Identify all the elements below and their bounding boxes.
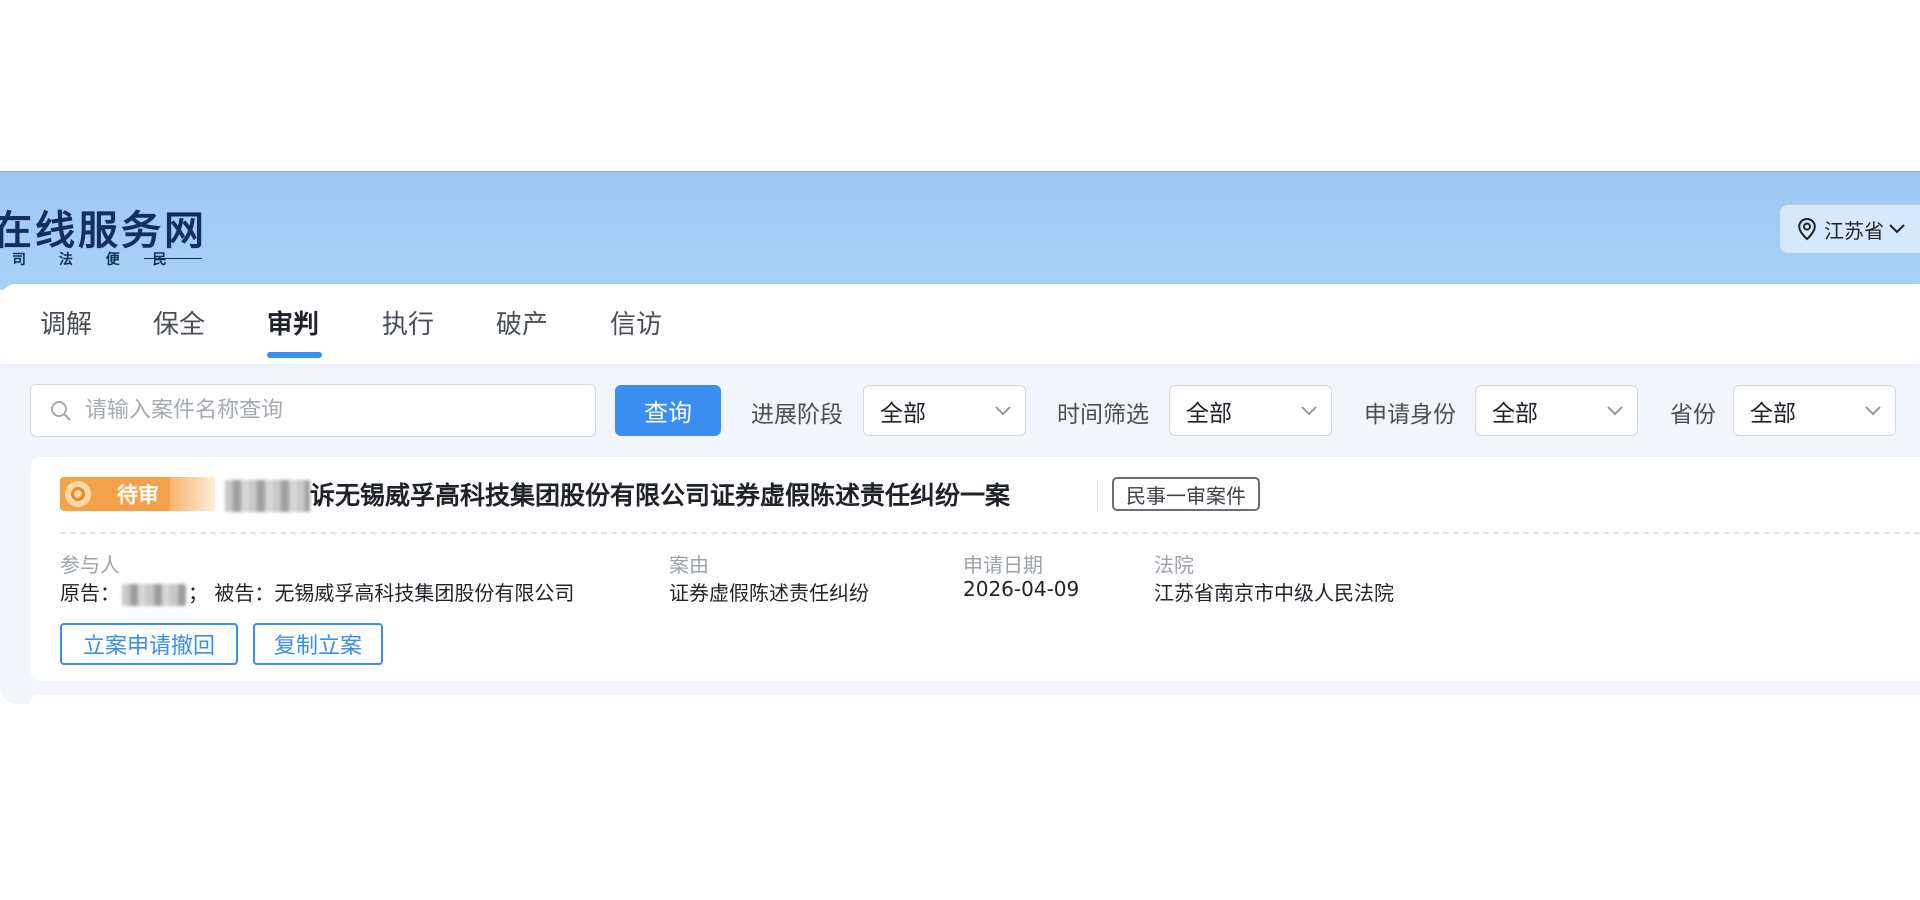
location-pin-icon [1798, 217, 1816, 241]
defendant-text: ； 被告：无锡威孚高科技集团股份有限公司 [188, 581, 575, 605]
identity-filter-select[interactable]: 全部 [1475, 385, 1638, 436]
withdraw-filing-button[interactable]: 立案申请撤回 [60, 623, 238, 665]
status-text: 待审 [117, 483, 159, 507]
case-card[interactable]: 待审 诉无锡威孚高科技集团股份有限公司证券虚假陈述责任纠纷一案 民事一审案件 参… [30, 457, 1920, 681]
court-value: 江苏省南京市中级人民法院 [1154, 581, 1394, 605]
identity-filter-label: 申请身份 [1364, 402, 1456, 428]
subtitle-line [144, 258, 202, 259]
query-button[interactable]: 查询 [615, 385, 721, 436]
region-selector[interactable]: 江苏省 [1780, 205, 1920, 253]
search-input[interactable] [85, 398, 565, 423]
identity-filter-value: 全部 [1492, 400, 1538, 427]
stage-filter-value: 全部 [880, 400, 926, 427]
tab-preservation[interactable]: 保全 [153, 304, 205, 341]
redacted-plaintiff-name [225, 480, 310, 512]
cause-value: 证券虚假陈述责任纠纷 [669, 581, 869, 605]
site-subtitle: 司 法 便 民 [12, 252, 181, 268]
site-title: 在线服务网 [0, 208, 207, 254]
province-filter-select[interactable]: 全部 [1733, 385, 1896, 436]
title-divider [1097, 480, 1098, 510]
chevron-down-icon [1301, 405, 1317, 415]
site-header: 在线服务网 司 法 便 民 江苏省 [0, 171, 1920, 290]
status-badge: 待审 [60, 477, 215, 511]
tab-bar: 调解 保全 审判 执行 破产 信访 [0, 284, 1920, 364]
stage-filter-select[interactable]: 全部 [863, 385, 1026, 436]
date-value: 2026-04-09 [963, 577, 1080, 601]
content-panel: 调解 保全 审判 执行 破产 信访 查询 进展阶段 全部 时间筛选 全部 申请身… [0, 284, 1920, 704]
tab-trial[interactable]: 审判 [267, 304, 319, 341]
redacted-plaintiff [122, 583, 186, 606]
redaction-fade [170, 477, 215, 511]
search-box[interactable] [30, 384, 596, 437]
court-label: 法院 [1154, 553, 1194, 577]
copy-filing-button[interactable]: 复制立案 [253, 623, 383, 665]
tab-bankruptcy[interactable]: 破产 [496, 304, 548, 341]
search-icon [51, 400, 71, 421]
card-divider [60, 532, 1920, 534]
region-label: 江苏省 [1824, 218, 1884, 243]
tab-execution[interactable]: 执行 [382, 304, 434, 341]
date-label: 申请日期 [963, 553, 1043, 577]
stage-filter-label: 进展阶段 [751, 402, 843, 428]
chevron-down-icon [1889, 224, 1905, 234]
province-filter-value: 全部 [1750, 400, 1796, 427]
time-filter-value: 全部 [1186, 400, 1232, 427]
cause-label: 案由 [669, 553, 709, 577]
participants-label: 参与人 [60, 553, 120, 577]
time-filter-select[interactable]: 全部 [1169, 385, 1332, 436]
pending-icon [65, 481, 91, 507]
tab-petition[interactable]: 信访 [610, 304, 662, 341]
province-filter-label: 省份 [1670, 402, 1716, 428]
next-card-edge [30, 695, 1920, 704]
page: 在线服务网 司 法 便 民 江苏省 调解 保全 审判 执行 破产 信访 请输入案… [0, 0, 1920, 900]
case-type-tag: 民事一审案件 [1112, 477, 1260, 511]
chevron-down-icon [1607, 405, 1623, 415]
time-filter-label: 时间筛选 [1057, 402, 1149, 428]
chevron-down-icon [995, 405, 1011, 415]
chevron-down-icon [1865, 405, 1881, 415]
tab-mediation[interactable]: 调解 [40, 304, 92, 341]
active-tab-indicator [267, 352, 322, 358]
participants-value: 原告： ； 被告：无锡威孚高科技集团股份有限公司 [60, 577, 574, 606]
plaintiff-prefix: 原告： [60, 581, 120, 605]
case-title[interactable]: 诉无锡威孚高科技集团股份有限公司证券虚假陈述责任纠纷一案 [310, 476, 1010, 512]
